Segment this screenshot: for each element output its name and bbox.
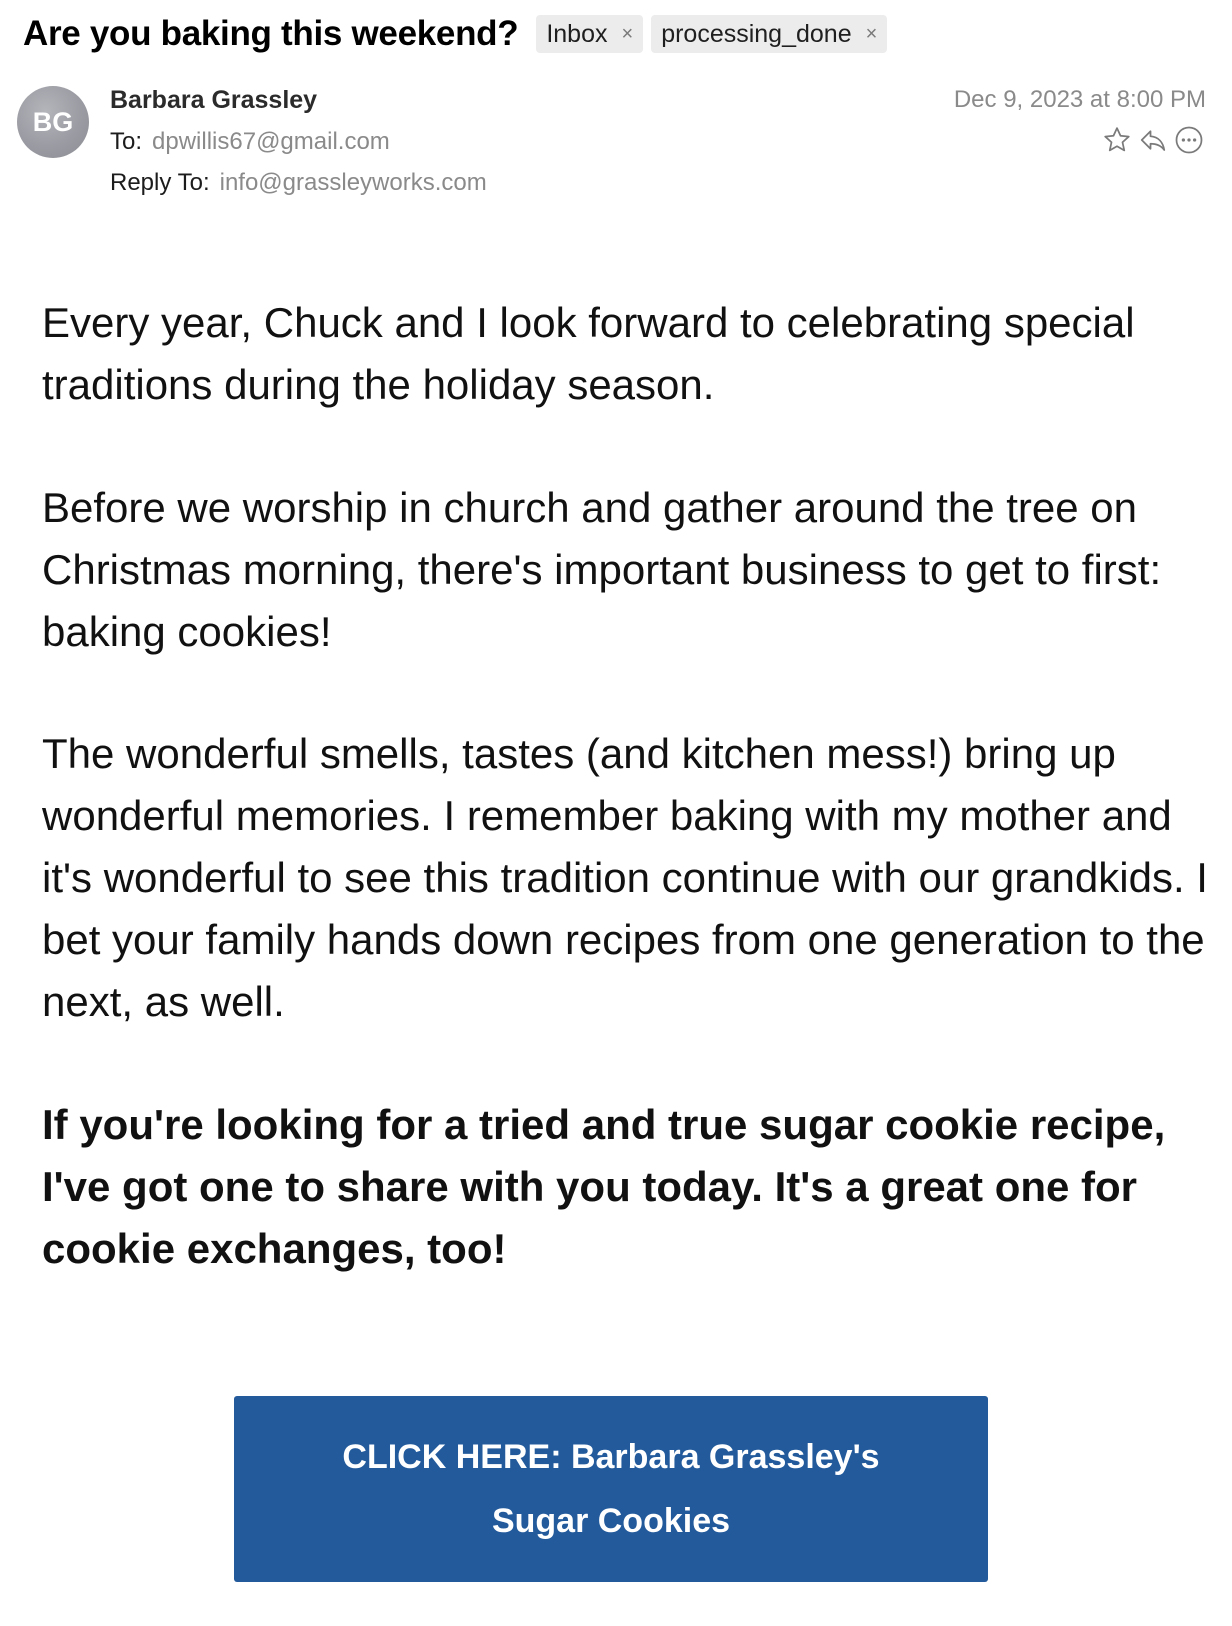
cta-label: CLICK HERE: Barbara Grassley's Sugar Coo… xyxy=(342,1425,879,1553)
to-line: To: dpwillis67@gmail.com xyxy=(110,128,390,156)
email-subject: Are you baking this weekend? xyxy=(23,14,519,53)
cta-line-2: Sugar Cookies xyxy=(491,1502,731,1540)
reply-to-line: Reply To: info@grassleyworks.com xyxy=(110,169,487,197)
remove-tag-icon[interactable]: × xyxy=(866,23,878,46)
tag-processing-done[interactable]: processing_done × xyxy=(651,15,888,53)
body-paragraph-2: Before we worship in church and gather a… xyxy=(42,484,1162,655)
message-actions xyxy=(1101,124,1205,156)
to-address[interactable]: dpwillis67@gmail.com xyxy=(152,128,390,155)
star-icon[interactable] xyxy=(1101,124,1133,156)
sender-name[interactable]: Barbara Grassley xyxy=(110,86,317,115)
body-paragraph-3: The wonderful smells, tastes (and kitche… xyxy=(42,730,1208,1025)
more-icon[interactable] xyxy=(1173,124,1205,156)
tag-inbox[interactable]: Inbox × xyxy=(536,15,644,53)
tag-label: processing_done xyxy=(661,19,852,48)
cta-line-1: CLICK HERE: Barbara Grassley's xyxy=(342,1438,880,1476)
body-paragraph-4: If you're looking for a tried and true s… xyxy=(42,1101,1166,1272)
reply-icon[interactable] xyxy=(1137,124,1169,156)
body-paragraph-1: Every year, Chuck and I look forward to … xyxy=(42,299,1135,408)
reply-to-label: Reply To: xyxy=(110,169,210,196)
avatar-initials: BG xyxy=(32,106,74,137)
email-date: Dec 9, 2023 at 8:00 PM xyxy=(953,86,1206,113)
tag-label: Inbox xyxy=(546,19,608,48)
sender-avatar: BG xyxy=(17,86,89,158)
subject-row: Are you baking this weekend? Inbox × pro… xyxy=(23,12,895,56)
recipe-cta-button[interactable]: CLICK HERE: Barbara Grassley's Sugar Coo… xyxy=(234,1396,988,1582)
reply-to-address[interactable]: info@grassleyworks.com xyxy=(220,169,487,196)
remove-tag-icon[interactable]: × xyxy=(622,23,634,46)
to-label: To: xyxy=(110,128,143,155)
